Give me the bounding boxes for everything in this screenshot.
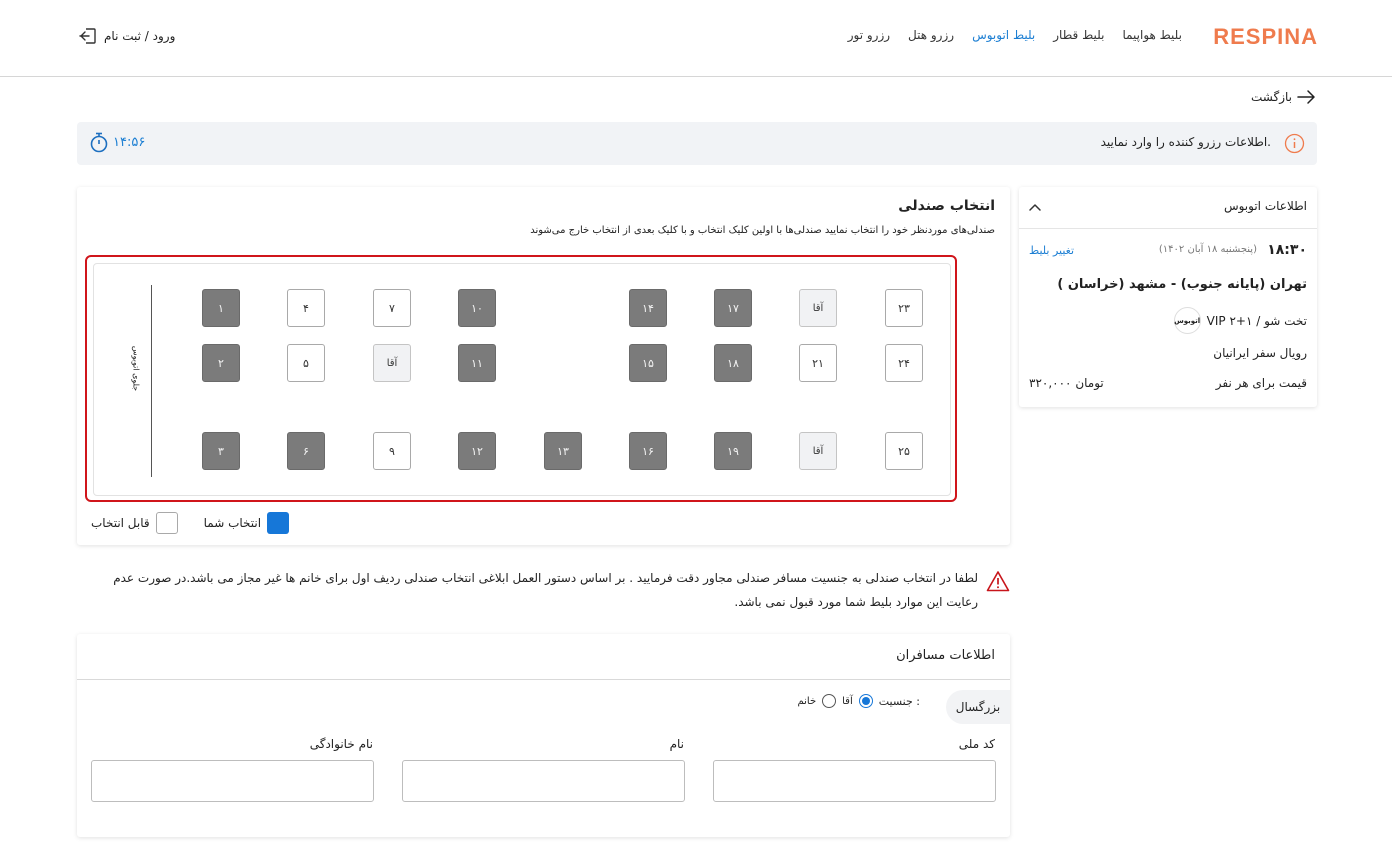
seat-selection-instructions: صندلی‌های موردنظر خود را انتخاب نمایید ص… <box>530 225 995 236</box>
seat[interactable]: ۵ <box>287 344 325 382</box>
seat-legend: قابل انتخاب انتخاب شما <box>91 512 290 534</box>
first-name-input[interactable] <box>402 760 685 802</box>
legend-mine-swatch <box>267 512 290 534</box>
warning-text: لطفا در انتخاب صندلی به جنسیت مسافر صندل… <box>113 571 978 609</box>
seat[interactable]: ۷ <box>373 289 411 327</box>
first-name-label: نام <box>669 737 684 751</box>
bus-class-row: اتوبوس VIP ۲+۱ / تخت شو <box>1173 307 1307 334</box>
back-link[interactable]: بازگشت <box>1251 89 1316 105</box>
nav-flight-ticket[interactable]: بلیط هواپیما <box>1122 28 1182 42</box>
route-text: تهران (پایانه جنوب) - مشهد (خراسان ) <box>1057 277 1307 292</box>
seat[interactable]: ۹ <box>373 432 411 470</box>
national-code-label: کد ملی <box>958 737 995 751</box>
seat: ۱۱ <box>458 344 496 382</box>
bus-company-logo: اتوبوس <box>1173 307 1201 334</box>
national-code-input[interactable] <box>713 760 996 802</box>
bus-info-header[interactable]: اطلاعات اتوبوس <box>1019 187 1317 229</box>
countdown-timer: ۱۴:۵۶ <box>89 131 145 153</box>
seat-map-inner: جلوی اتوبوس ۱ ۲ ۳ ۴ ۵ ۶ ۷ آقا ۹ ۱۰ ۱۱ ۱۲… <box>93 263 951 496</box>
bus-class-label: VIP ۲+۱ / تخت شو <box>1206 313 1307 328</box>
seat: ۱۳ <box>544 432 582 470</box>
bus-front-label: جلوی اتوبوس <box>131 345 141 392</box>
change-ticket-link[interactable]: تغییر بلیط <box>1029 244 1074 257</box>
seat: ۱۲ <box>458 432 496 470</box>
nav-tour-booking[interactable]: رزرو تور <box>848 28 890 42</box>
login-register-link[interactable]: ورود / ثبت نام <box>78 26 175 46</box>
seat: آقا <box>799 432 837 470</box>
seat[interactable]: ۴ <box>287 289 325 327</box>
seat: ۱ <box>202 289 240 327</box>
gender-label: جنسیت : <box>878 694 920 708</box>
back-label: بازگشت <box>1251 90 1292 104</box>
nav-hotel-booking[interactable]: رزرو هتل <box>908 28 954 42</box>
gender-male-label: آقا <box>842 695 853 707</box>
seat: ۱۷ <box>714 289 752 327</box>
gender-female-label: خانم <box>797 695 817 707</box>
login-label: ورود / ثبت نام <box>104 29 176 43</box>
seat: ۲ <box>202 344 240 382</box>
passengers-title: اطلاعات مسافران <box>896 648 995 663</box>
price-label: قیمت برای هر نفر <box>1215 376 1307 390</box>
nav-train-ticket[interactable]: بلیط قطار <box>1053 28 1104 42</box>
seat[interactable]: ۲۴ <box>885 344 923 382</box>
respina-logo[interactable]: RESPINA <box>1213 24 1318 50</box>
seat-selection-card: انتخاب صندلی صندلی‌های موردنظر خود را ان… <box>77 187 1010 545</box>
adult-passenger-tab[interactable]: بزرگسال <box>946 690 1010 724</box>
bus-info-title: اطلاعات اتوبوس <box>1223 199 1307 213</box>
seat-selection-title: انتخاب صندلی <box>898 198 995 214</box>
gender-male-radio[interactable] <box>858 694 873 708</box>
gender-female-radio[interactable] <box>822 694 837 708</box>
stopwatch-icon <box>90 132 108 153</box>
bus-company-name: رویال سفر ایرانیان <box>1213 346 1307 360</box>
last-name-input[interactable] <box>91 760 374 802</box>
seat: ۱۸ <box>714 344 752 382</box>
legend-available-swatch <box>155 512 178 534</box>
passengers-card: اطلاعات مسافران بزرگسال جنسیت : آقا خانم… <box>77 634 1010 837</box>
legend-available-label: قابل انتخاب <box>91 516 150 530</box>
last-name-label: نام خانوادگی <box>309 737 373 751</box>
info-banner: اطلاعات رزرو کننده را وارد نمایید. ۱۴:۵۶ <box>77 122 1317 165</box>
legend-mine-label: انتخاب شما <box>203 516 262 530</box>
top-header: RESPINA بلیط هواپیما بلیط قطار بلیط اتوب… <box>0 0 1392 77</box>
info-icon <box>1284 133 1305 154</box>
seat: آقا <box>373 344 411 382</box>
banner-text: اطلاعات رزرو کننده را وارد نمایید. <box>1100 135 1271 149</box>
seat-map: جلوی اتوبوس ۱ ۲ ۳ ۴ ۵ ۶ ۷ آقا ۹ ۱۰ ۱۱ ۱۲… <box>85 255 957 502</box>
gender-selector: جنسیت : آقا خانم <box>797 694 920 708</box>
seat: ۱۰ <box>458 289 496 327</box>
arrow-right-icon <box>1297 90 1315 104</box>
bus-info-card: اطلاعات اتوبوس ۱۸:۳۰ (۱۴۰۲ پنجشنبه ۱۸ آب… <box>1019 187 1317 407</box>
seat: ۱۴ <box>629 289 667 327</box>
seat: ۱۶ <box>629 432 667 470</box>
bus-front-line <box>151 285 152 477</box>
chevron-up-icon[interactable] <box>1027 200 1043 216</box>
seat[interactable]: ۲۳ <box>885 289 923 327</box>
seat: ۳ <box>202 432 240 470</box>
seat: ۱۹ <box>714 432 752 470</box>
seat[interactable]: ۲۵ <box>885 432 923 470</box>
seat: ۶ <box>287 432 325 470</box>
price-value: ۳۲۰,۰۰۰ تومان <box>1029 376 1104 390</box>
passengers-header: اطلاعات مسافران <box>77 634 1010 680</box>
login-icon <box>79 28 96 44</box>
nav-bus-ticket[interactable]: بلیط اتوبوس <box>972 28 1035 42</box>
seat: آقا <box>799 289 837 327</box>
timer-text: ۱۴:۵۶ <box>113 134 146 150</box>
main-nav: بلیط هواپیما بلیط قطار بلیط اتوبوس رزرو … <box>848 28 1182 42</box>
warning-icon <box>986 571 1010 592</box>
departure-date: (۱۴۰۲ پنجشنبه ۱۸ آبان) <box>1158 244 1257 255</box>
seat: ۱۵ <box>629 344 667 382</box>
seat[interactable]: ۲۱ <box>799 344 837 382</box>
departure-time: ۱۸:۳۰ <box>1267 242 1307 258</box>
